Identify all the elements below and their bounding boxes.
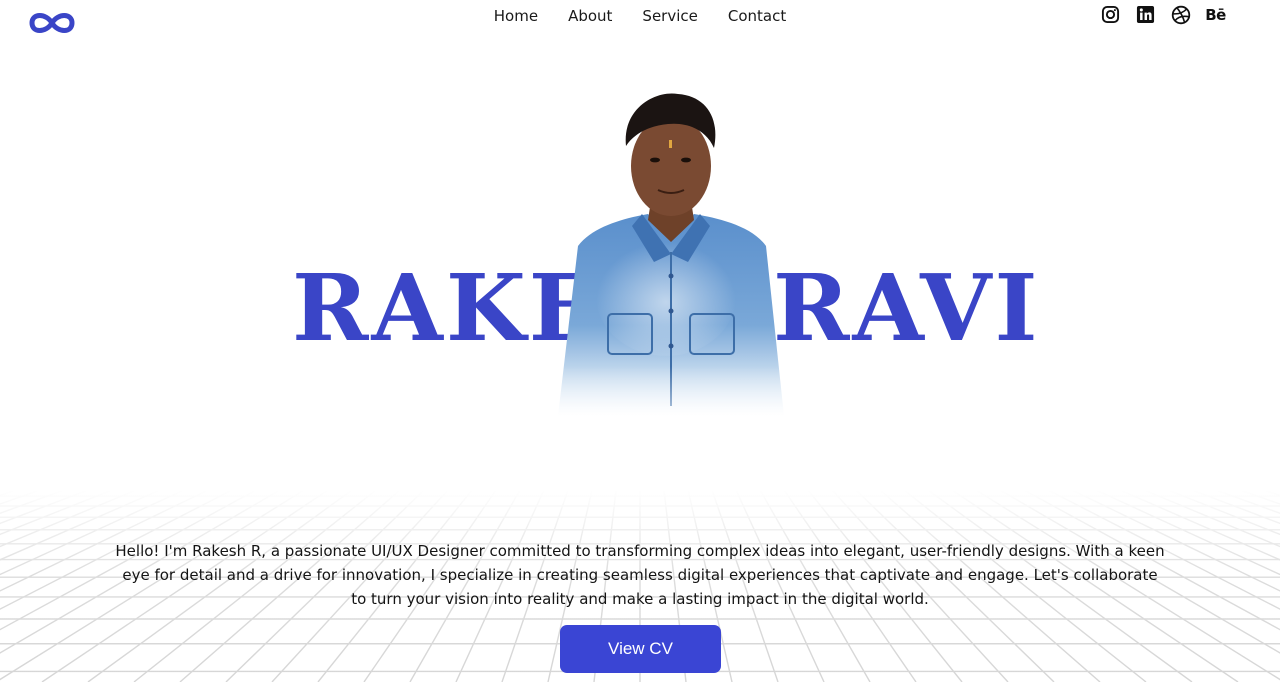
social-links: Bē: [1100, 4, 1226, 25]
nav-service[interactable]: Service: [642, 6, 697, 26]
linkedin-icon[interactable]: [1135, 4, 1156, 25]
view-cv-button[interactable]: View CV: [560, 625, 721, 673]
dribbble-icon[interactable]: [1170, 4, 1191, 25]
nav-home[interactable]: Home: [494, 6, 538, 26]
instagram-icon[interactable]: [1100, 4, 1121, 25]
nav-contact[interactable]: Contact: [728, 6, 786, 26]
portrait-image: [548, 93, 794, 446]
bio-text: Hello! I'm Rakesh R, a passionate UI/UX …: [115, 542, 1165, 608]
behance-icon[interactable]: Bē: [1205, 4, 1226, 25]
nav-about[interactable]: About: [568, 6, 612, 26]
main-nav: Home About Service Contact: [0, 6, 1280, 26]
hero-name-last: RAVI: [773, 254, 1041, 362]
